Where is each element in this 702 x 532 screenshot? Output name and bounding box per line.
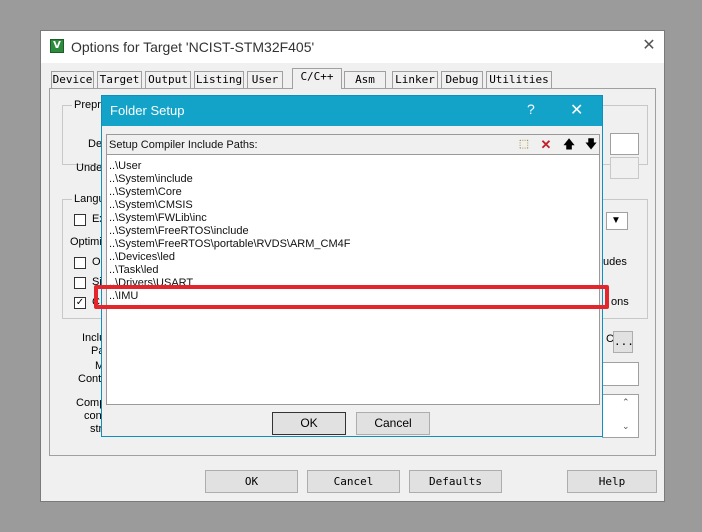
tab-debug[interactable]: Debug xyxy=(441,71,483,88)
includes-label: udes xyxy=(603,256,627,268)
ok-button[interactable]: OK xyxy=(205,470,298,493)
include-paths-header: Setup Compiler Include Paths: ⬚ ✕ 🡅 🡇 xyxy=(106,134,600,155)
close-icon[interactable]: ✕ xyxy=(570,100,583,120)
dialog-title-bar: Folder Setup ? ✕ xyxy=(102,96,602,126)
dialog-cancel-button[interactable]: Cancel xyxy=(356,412,430,435)
tab-target[interactable]: Target xyxy=(97,71,142,88)
include-paths-list[interactable]: ..\User ..\System\include ..\System\Core… xyxy=(106,155,600,405)
dialog-ok-button[interactable]: OK xyxy=(272,412,346,435)
tab-listing[interactable]: Listing xyxy=(194,71,244,88)
tab-device[interactable]: Device xyxy=(51,71,94,88)
move-down-icon[interactable]: 🡇 xyxy=(582,137,600,152)
optimization-dropdown[interactable]: ▼ xyxy=(606,212,628,230)
compiler-string-field[interactable]: ⌃ ⌄ xyxy=(602,394,639,438)
include-paths-browse-button[interactable]: ... xyxy=(613,331,634,353)
list-item[interactable]: ..\Task\led xyxy=(109,264,159,277)
scroll-down-icon[interactable]: ⌄ xyxy=(622,421,630,432)
help-icon[interactable]: ? xyxy=(527,101,535,117)
option1-checkbox[interactable] xyxy=(74,257,86,269)
list-item[interactable]: ..\System\CMSIS xyxy=(109,199,193,212)
title-bar: V Options for Target 'NCIST-STM32F405' ✕ xyxy=(41,31,664,63)
execute-only-checkbox[interactable] xyxy=(74,214,86,226)
delete-icon[interactable]: ✕ xyxy=(537,137,555,152)
list-item[interactable]: ..\System\include xyxy=(109,173,193,186)
move-up-icon[interactable]: 🡅 xyxy=(560,137,578,152)
list-item[interactable]: ..\System\FreeRTOS\include xyxy=(109,225,249,238)
tab-utilities[interactable]: Utilities xyxy=(486,71,552,88)
tab-output[interactable]: Output xyxy=(145,71,191,88)
undefine-label: Unde xyxy=(76,162,103,174)
option2-checkbox[interactable] xyxy=(74,277,86,289)
tab-linker[interactable]: Linker xyxy=(392,71,438,88)
undefine-field[interactable] xyxy=(610,157,639,179)
misc-controls-field[interactable] xyxy=(602,362,639,386)
include-paths-label: Setup Compiler Include Paths: xyxy=(109,139,258,151)
help-button[interactable]: Help xyxy=(567,470,657,493)
list-item[interactable]: ..\System\Core xyxy=(109,186,182,199)
app-icon: V xyxy=(50,39,64,53)
list-item[interactable]: ..\Devices\led xyxy=(109,251,175,264)
cancel-button[interactable]: Cancel xyxy=(307,470,400,493)
folder-setup-dialog: Folder Setup ? ✕ Setup Compiler Include … xyxy=(101,95,603,437)
option3-checkbox[interactable]: ✓ xyxy=(74,297,86,309)
defaults-button[interactable]: Defaults xyxy=(409,470,502,493)
list-item[interactable]: ..\System\FreeRTOS\portable\RVDS\ARM_CM4… xyxy=(109,238,350,251)
tab-asm[interactable]: Asm xyxy=(344,71,386,88)
scroll-up-icon[interactable]: ⌃ xyxy=(622,397,630,408)
highlight-annotation xyxy=(94,285,609,309)
chevron-down-icon: ▼ xyxy=(611,215,621,226)
tab-user[interactable]: User xyxy=(247,71,283,88)
define-field[interactable] xyxy=(610,133,639,155)
dialog-title: Folder Setup xyxy=(110,103,185,118)
list-item[interactable]: ..\User xyxy=(109,160,141,173)
new-folder-icon[interactable]: ⬚ xyxy=(515,137,533,152)
tab-cc[interactable]: C/C++ xyxy=(292,68,342,89)
list-item[interactable]: ..\System\FWLib\inc xyxy=(109,212,207,225)
ons-label: ons xyxy=(611,296,629,308)
compiler-label-2: con xyxy=(84,410,102,422)
define-label: De xyxy=(88,138,103,150)
close-icon[interactable]: ✕ xyxy=(639,36,659,56)
window-title: Options for Target 'NCIST-STM32F405' xyxy=(71,39,315,55)
